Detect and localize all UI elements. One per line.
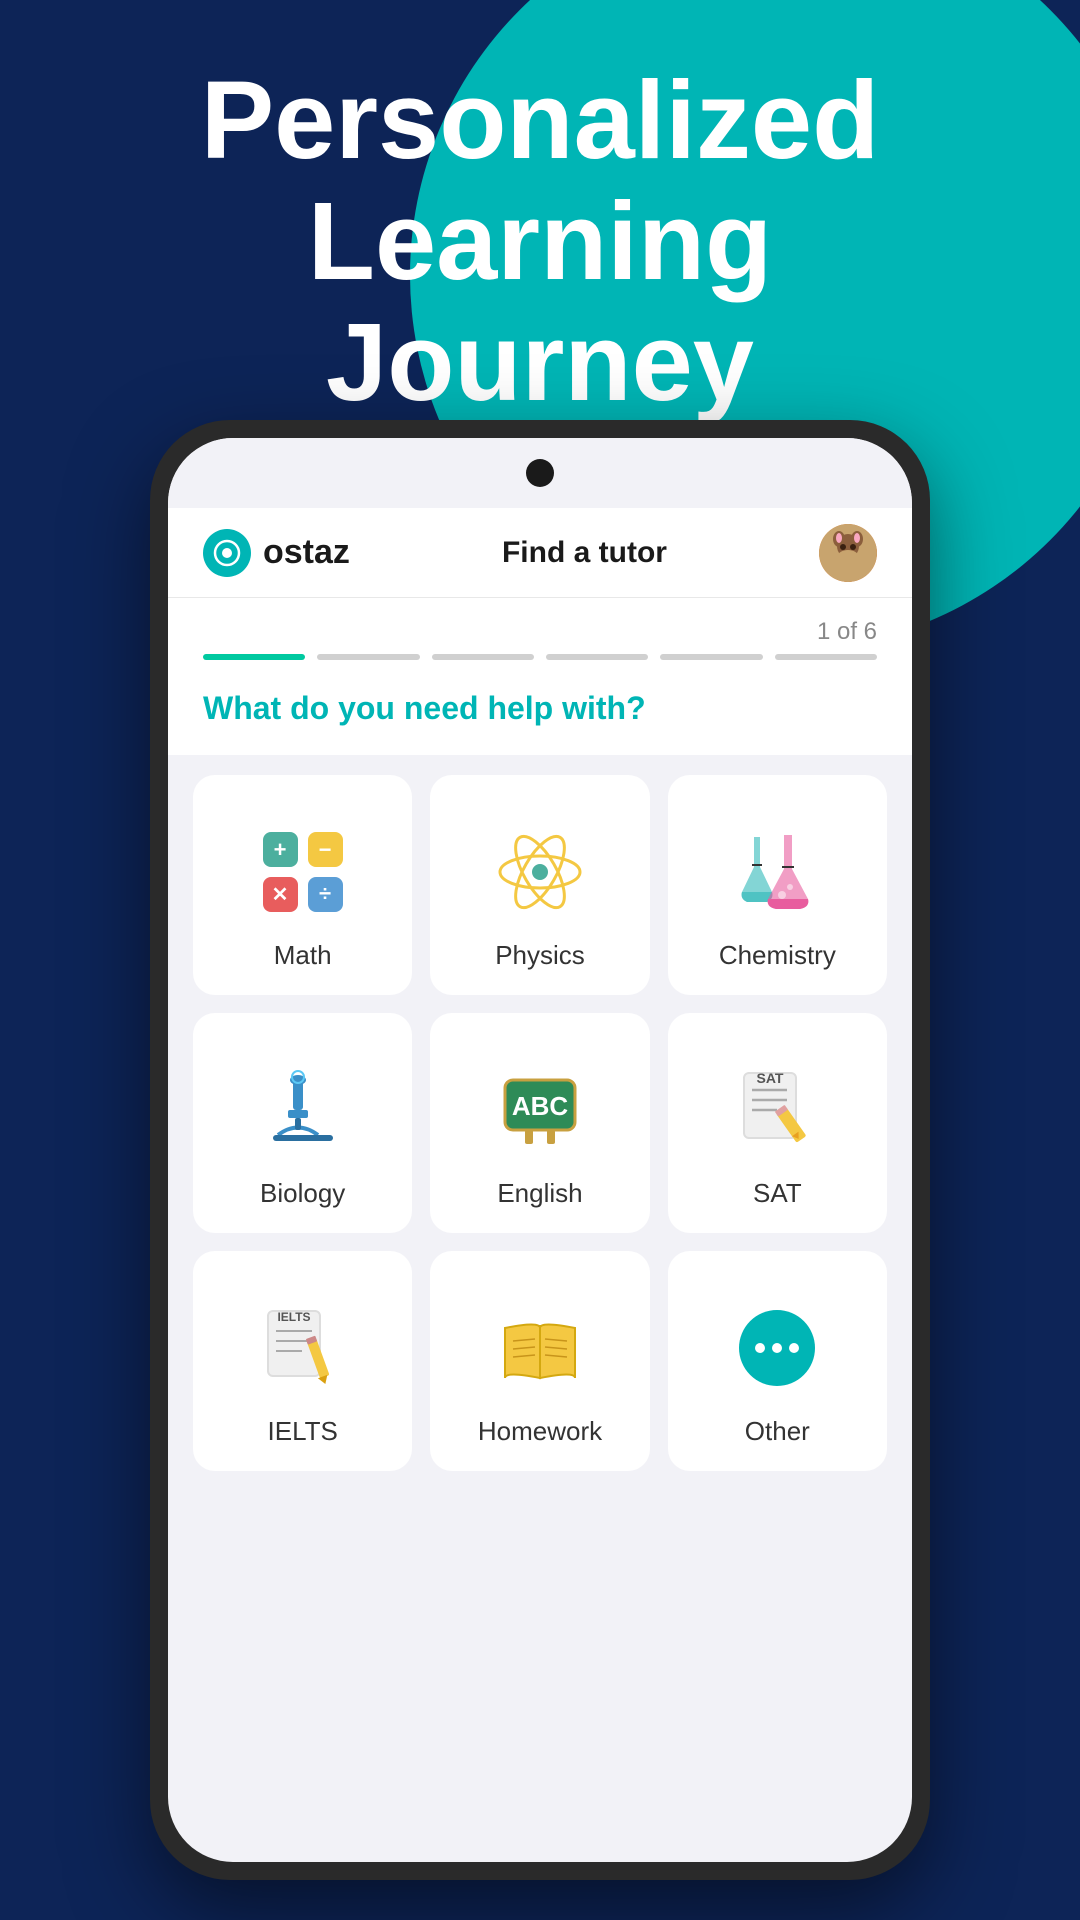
phone-inner: ostaz Find a tutor <box>168 438 912 1862</box>
subject-card-math[interactable]: + − ✕ ÷ Math <box>193 775 412 995</box>
subject-card-physics[interactable]: Physics <box>430 775 649 995</box>
english-icon: ABC <box>490 1060 590 1160</box>
question-area: What do you need help with? <box>168 670 912 755</box>
math-icon: + − ✕ ÷ <box>253 822 353 922</box>
subject-name-math: Math <box>274 940 332 971</box>
subject-name-chemistry: Chemistry <box>719 940 836 971</box>
subject-name-homework: Homework <box>478 1416 602 1447</box>
progress-area: 1 of 6 <box>168 598 912 670</box>
svg-text:ABC: ABC <box>512 1091 569 1121</box>
svg-text:+: + <box>273 837 286 862</box>
header-title: Find a tutor <box>502 536 667 570</box>
physics-icon <box>490 822 590 922</box>
subject-name-english: English <box>497 1178 582 1209</box>
progress-bar-row <box>203 654 877 660</box>
subjects-scroll[interactable]: + − ✕ ÷ Math <box>168 755 912 1862</box>
svg-text:÷: ÷ <box>319 881 331 906</box>
question-text: What do you need help with? <box>203 690 877 727</box>
subject-name-ielts: IELTS <box>268 1416 338 1447</box>
progress-step-3 <box>432 654 534 660</box>
avatar[interactable] <box>819 524 877 582</box>
subject-card-biology[interactable]: Biology <box>193 1013 412 1233</box>
hero-section: PersonalizedLearningJourney <box>0 60 1080 423</box>
subject-card-chemistry[interactable]: Chemistry <box>668 775 887 995</box>
subject-name-biology: Biology <box>260 1178 345 1209</box>
subject-name-sat: SAT <box>753 1178 802 1209</box>
sat-icon: SAT <box>727 1060 827 1160</box>
progress-step-1 <box>203 654 305 660</box>
svg-text:IELTS: IELTS <box>277 1310 310 1324</box>
svg-text:−: − <box>318 837 331 862</box>
subject-card-other[interactable]: Other <box>668 1251 887 1471</box>
progress-label: 1 of 6 <box>203 618 877 646</box>
phone-outer: ostaz Find a tutor <box>150 420 930 1880</box>
ielts-icon: IELTS <box>253 1298 353 1398</box>
svg-text:SAT: SAT <box>757 1070 784 1086</box>
subjects-grid: + − ✕ ÷ Math <box>193 775 887 1471</box>
svg-text:✕: ✕ <box>271 884 288 906</box>
progress-step-6 <box>775 654 877 660</box>
chemistry-icon <box>727 822 827 922</box>
progress-step-2 <box>317 654 419 660</box>
biology-icon <box>253 1060 353 1160</box>
camera-dot <box>526 459 554 487</box>
subject-card-ielts[interactable]: IELTS IELTS <box>193 1251 412 1471</box>
homework-icon <box>490 1298 590 1398</box>
subject-card-english[interactable]: ABC English <box>430 1013 649 1233</box>
app-header: ostaz Find a tutor <box>168 508 912 598</box>
other-icon <box>727 1298 827 1398</box>
ostaz-logo-icon <box>203 529 251 577</box>
phone-wrapper: ostaz Find a tutor <box>150 420 930 1880</box>
logo-text: ostaz <box>263 533 350 572</box>
progress-step-5 <box>660 654 762 660</box>
subject-card-homework[interactable]: Homework <box>430 1251 649 1471</box>
logo-area: ostaz <box>203 529 350 577</box>
progress-step-4 <box>546 654 648 660</box>
subject-name-other: Other <box>745 1416 810 1447</box>
subject-card-sat[interactable]: SAT SAT <box>668 1013 887 1233</box>
hero-title: PersonalizedLearningJourney <box>40 60 1040 423</box>
subject-name-physics: Physics <box>495 940 585 971</box>
phone-top-bar <box>168 438 912 508</box>
